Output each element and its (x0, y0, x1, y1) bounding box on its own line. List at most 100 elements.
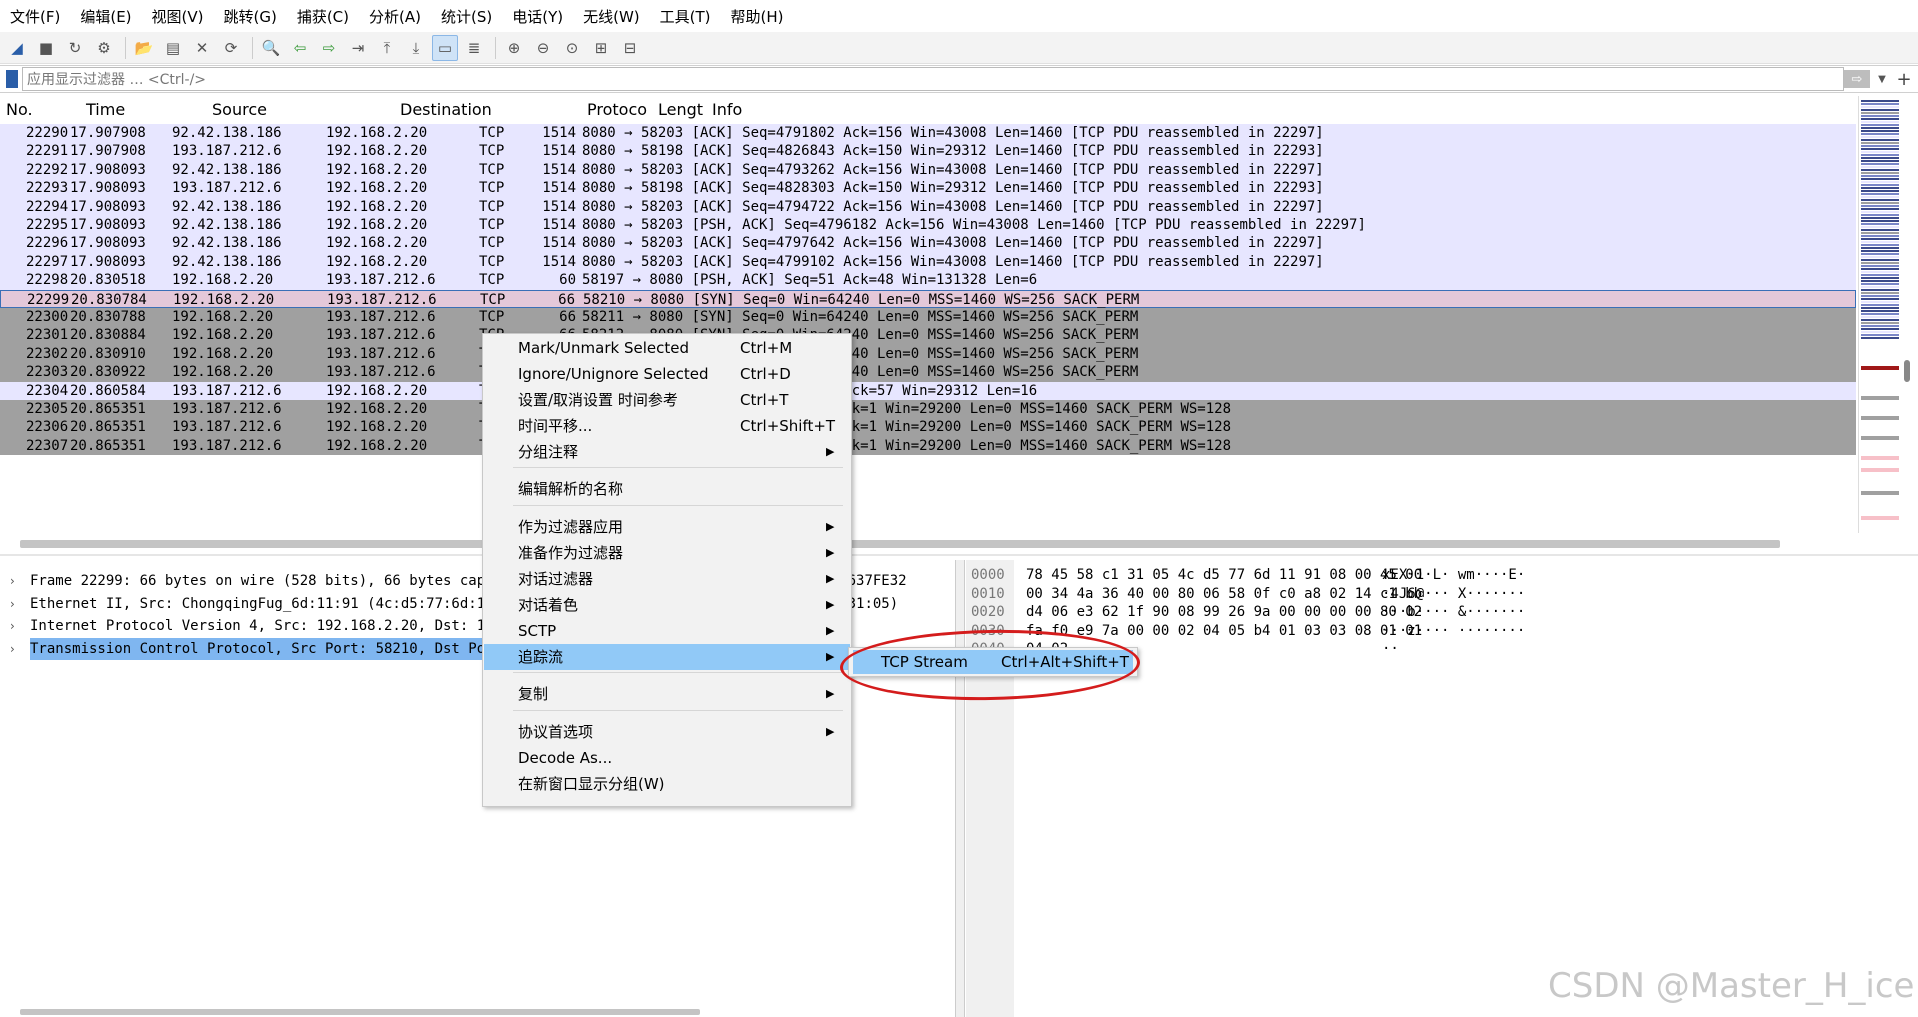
zoom-normal-icon[interactable]: ⊙ (559, 35, 585, 61)
zoom-out-icon[interactable]: ⊖ (530, 35, 556, 61)
packet-list-vertical-scrollbar[interactable] (1904, 360, 1910, 382)
details-horizontal-scrollbar[interactable] (20, 1009, 700, 1015)
context-menu-item[interactable]: 分组注释 ▶ (484, 439, 850, 465)
menu-5[interactable]: 分析(A) (359, 6, 431, 27)
context-menu-item[interactable]: 作为过滤器应用 ▶ (484, 514, 850, 540)
minimap-line (1861, 516, 1899, 520)
find-icon[interactable]: 🔍 (258, 35, 284, 61)
save-icon[interactable]: ▤ (160, 35, 186, 61)
packet-row[interactable]: 2230520.865351193.187.212.6192.168.2.20T… (0, 400, 1856, 419)
open-folder-icon[interactable]: 📂 (131, 35, 157, 61)
packet-row[interactable]: 22291 17.907908 193.187.212.6 192.168.2.20 T… (0, 142, 1856, 161)
packet-dst: 192.168.2.20 (326, 143, 428, 160)
zoom-in-icon[interactable]: ⊕ (501, 35, 527, 61)
column-time[interactable]: Time (86, 100, 125, 119)
column-destination[interactable]: Destination (400, 100, 492, 119)
restart-icon[interactable]: ↻ (62, 35, 88, 61)
expand-chevron-icon[interactable]: › (10, 615, 15, 637)
context-menu-item[interactable]: 编辑解析的名称 (484, 476, 850, 502)
forward-arrow-icon[interactable]: ⇨ (316, 35, 342, 61)
packet-row[interactable]: 2230320.830922192.168.2.20193.187.212.6T… (0, 363, 1856, 382)
filter-history-dropdown-icon[interactable]: ▼ (1874, 74, 1890, 85)
back-arrow-icon[interactable]: ⇦ (287, 35, 313, 61)
resize-columns-icon[interactable]: ⊞ (588, 35, 614, 61)
column-info[interactable]: Info (712, 100, 742, 119)
packet-row[interactable]: 2230720.865351193.187.212.6192.168.2.20T… (0, 436, 1856, 456)
close-file-icon[interactable]: ✕ (189, 35, 215, 61)
add-filter-button[interactable]: + (1890, 69, 1918, 90)
menu-0[interactable]: 文件(F) (0, 6, 70, 27)
packet-row[interactable]: 22293 17.908093 193.187.212.6 192.168.2.20 T… (0, 179, 1856, 198)
colorize-icon[interactable]: ≣ (461, 35, 487, 61)
submenu-arrow-icon: ▶ (826, 546, 835, 559)
menu-6[interactable]: 统计(S) (431, 6, 502, 27)
menu-8[interactable]: 无线(W) (573, 6, 650, 27)
menu-2[interactable]: 视图(V) (142, 6, 214, 27)
packet-row[interactable]: 22295 17.908093 92.42.138.186 192.168.2.20 T… (0, 216, 1856, 235)
details-bytes-splitter[interactable] (955, 560, 965, 1017)
first-packet-icon[interactable]: ⤒ (374, 35, 400, 61)
apply-filter-button[interactable]: ⇨ (1844, 70, 1870, 88)
menu-10[interactable]: 帮助(H) (721, 6, 794, 27)
autoscroll-icon[interactable]: ▭ (432, 34, 458, 61)
packet-row[interactable]: 22292 17.908093 92.42.138.186 192.168.2.20 T… (0, 160, 1856, 180)
context-menu-item[interactable]: 设置/取消设置 时间参考 Ctrl+T (484, 387, 850, 413)
packet-row[interactable]: 22299 20.830784 192.168.2.20 193.187.212.6 T… (0, 289, 1856, 308)
expand-chevron-icon[interactable]: › (10, 570, 15, 592)
options-gear-icon[interactable]: ⚙ (91, 35, 117, 61)
goto-packet-icon[interactable]: ⇥ (345, 35, 371, 61)
context-menu-item[interactable]: Ignore/Unignore Selected Ctrl+D (484, 361, 850, 387)
menu-1[interactable]: 编辑(E) (70, 6, 141, 27)
packet-row[interactable]: 2230420.860584193.187.212.6192.168.2.20T… (0, 381, 1856, 400)
context-menu-item[interactable]: Mark/Unmark Selected Ctrl+M (484, 335, 850, 361)
menu-3[interactable]: 跳转(G) (214, 6, 287, 27)
menu-item-label: 对话过滤器 (518, 570, 594, 588)
column-protocol[interactable]: Protoco (587, 100, 647, 119)
packet-dst: 193.187.212.6 (326, 309, 436, 325)
minimap-line (1861, 142, 1899, 144)
context-menu-item[interactable]: 追踪流 ▶ (484, 644, 850, 670)
packet-dst: 192.168.2.20 (326, 198, 428, 215)
packet-info: 8080 → 58198 [ACK] Seq=4828303 Ack=150 W… (582, 180, 1324, 197)
packet-row[interactable]: 22297 17.908093 92.42.138.186 192.168.2.20 T… (0, 252, 1856, 272)
last-packet-icon[interactable]: ⤓ (403, 35, 429, 61)
stop-icon[interactable]: ■ (33, 35, 59, 61)
packet-row[interactable]: 22300 20.830788 192.168.2.20 193.187.212.6 T… (0, 308, 1856, 327)
context-menu-item[interactable]: 准备作为过滤器 ▶ (484, 540, 850, 566)
packet-list-horizontal-scrollbar[interactable] (20, 540, 1780, 548)
packet-row[interactable]: 2230220.830910192.168.2.20193.187.212.6T… (0, 344, 1856, 364)
menu-7[interactable]: 电话(Y) (502, 6, 573, 27)
context-menu-item[interactable]: 复制 ▶ (484, 681, 850, 707)
packet-proto: TCP (480, 291, 506, 308)
packet-minimap[interactable] (1858, 96, 1903, 533)
column-length[interactable]: Lengt (658, 100, 703, 119)
layout-icon[interactable]: ⊟ (617, 35, 643, 61)
menu-9[interactable]: 工具(T) (650, 6, 721, 27)
context-menu-item[interactable]: 对话着色 ▶ (484, 592, 850, 618)
packet-row[interactable]: 22296 17.908093 92.42.138.186 192.168.2.20 T… (0, 234, 1856, 253)
column-no[interactable]: No. (6, 100, 33, 119)
expand-chevron-icon[interactable]: › (10, 638, 15, 660)
context-menu-item[interactable]: SCTP ▶ (484, 618, 850, 644)
context-menu-item[interactable]: 对话过滤器 ▶ (484, 566, 850, 592)
pane-divider[interactable] (0, 554, 1918, 556)
menu-4[interactable]: 捕获(C) (287, 6, 359, 27)
display-filter-input[interactable]: 应用显示过滤器 … <Ctrl-/> (22, 67, 1844, 91)
context-menu-item[interactable]: 协议首选项 ▶ (484, 719, 850, 745)
packet-row[interactable]: 2230620.865351193.187.212.6192.168.2.20T… (0, 418, 1856, 437)
packet-row[interactable]: 22290 17.907908 92.42.138.186 192.168.2.20 T… (0, 124, 1856, 143)
packet-row[interactable]: 22298 20.830518 192.168.2.20 193.187.212.6 T… (0, 271, 1856, 290)
packet-no: 22300 (26, 309, 69, 325)
reload-icon[interactable]: ⟳ (218, 35, 244, 61)
minimap-line (1861, 268, 1899, 270)
shark-fin-start-icon[interactable]: ◢ (4, 35, 30, 61)
packet-time: 17.908093 (70, 198, 146, 215)
packet-row[interactable]: 2230120.830884192.168.2.20193.187.212.6T… (0, 326, 1856, 345)
expand-chevron-icon[interactable]: › (10, 593, 15, 615)
context-menu-item[interactable]: Decode As... (484, 745, 850, 771)
filter-bookmark-icon[interactable] (6, 70, 18, 88)
packet-row[interactable]: 22294 17.908093 92.42.138.186 192.168.2.20 T… (0, 197, 1856, 216)
context-menu-item[interactable]: 时间平移... Ctrl+Shift+T (484, 413, 850, 439)
context-menu-item[interactable]: 在新窗口显示分组(W) (484, 771, 850, 797)
column-source[interactable]: Source (212, 100, 267, 119)
